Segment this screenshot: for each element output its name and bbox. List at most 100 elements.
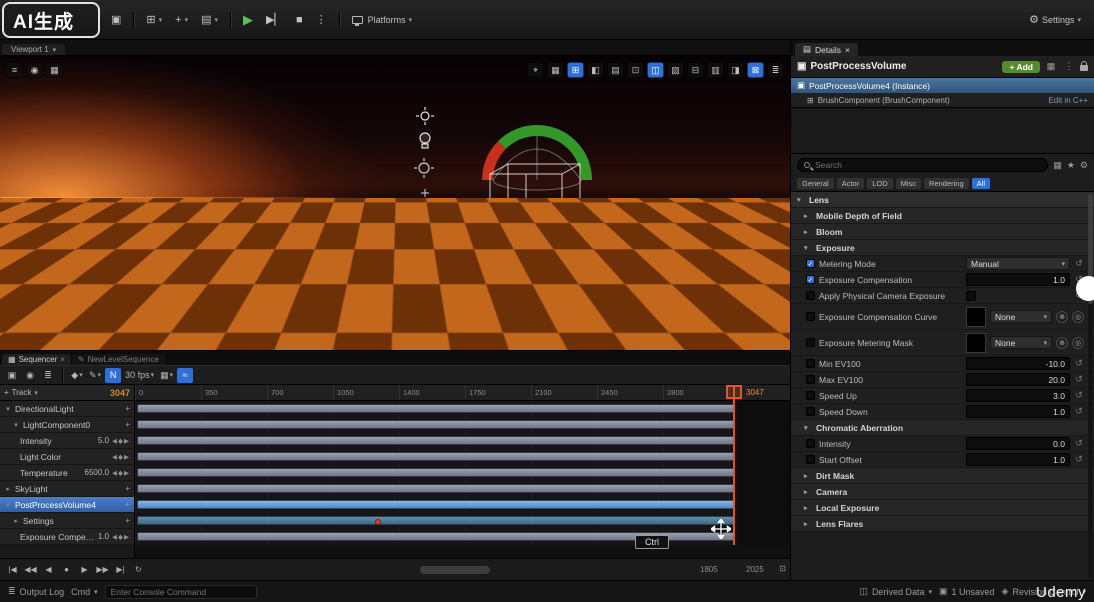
track-section-bar[interactable] bbox=[137, 468, 735, 477]
filter-misc[interactable]: Misc bbox=[896, 178, 921, 189]
show-flags-icon[interactable]: ⊟ bbox=[687, 62, 704, 78]
view-range-end[interactable]: 2025 bbox=[746, 565, 764, 574]
keyframe-nav-icons[interactable]: ◀◆▶ bbox=[112, 453, 130, 461]
track-row-temperature[interactable]: Temperature 6500.0 ◀◆▶ bbox=[0, 465, 134, 481]
selected-section-bar[interactable] bbox=[137, 500, 735, 509]
expander-icon[interactable]: ▾ bbox=[12, 421, 20, 429]
view-modes-icon[interactable]: ▧ bbox=[667, 62, 684, 78]
edit-options-button[interactable]: ✎▾ bbox=[87, 368, 103, 383]
jump-to-end-button[interactable]: ▶| bbox=[114, 565, 127, 574]
track-section-bar[interactable] bbox=[137, 484, 735, 493]
override-checkbox[interactable] bbox=[806, 391, 815, 400]
track-value[interactable]: 5.0 bbox=[98, 436, 109, 445]
maximize-icon[interactable]: ≣ bbox=[767, 62, 784, 78]
selected-instance-row[interactable]: ▣ PostProcessVolume4 (Instance) bbox=[791, 78, 1094, 93]
record-button[interactable]: ● bbox=[60, 565, 73, 574]
override-checkbox[interactable] bbox=[806, 338, 815, 347]
curve-editor-button[interactable]: ≈ bbox=[177, 368, 193, 383]
play-options-button[interactable]: ⋮ bbox=[311, 9, 332, 31]
expander-icon[interactable]: ▸ bbox=[4, 485, 12, 493]
asset-picker-dropdown[interactable]: None▾ bbox=[990, 310, 1052, 323]
add-content-dropdown[interactable]: +▾ bbox=[170, 9, 193, 31]
loop-button[interactable]: ↻ bbox=[132, 565, 145, 574]
expander-icon[interactable]: ▾ bbox=[4, 405, 12, 413]
exp ander-icon[interactable]: ▸ bbox=[12, 517, 20, 525]
details-scrollbar[interactable] bbox=[1088, 194, 1093, 578]
track-row-intensity[interactable]: Intensity 5.0 ◀◆▶ bbox=[0, 433, 134, 449]
view-mode-icon[interactable]: ▦ bbox=[46, 62, 63, 78]
playhead-line[interactable] bbox=[733, 385, 735, 545]
save-button[interactable]: ▣ bbox=[106, 9, 126, 31]
reset-icon[interactable]: ↺ bbox=[1074, 438, 1084, 449]
metering-mode-dropdown[interactable]: Manual▾ bbox=[966, 257, 1070, 270]
settings-dropdown[interactable]: ⚙Settings▾ bbox=[1024, 9, 1086, 31]
category-lens-flares[interactable]: ▸Lens Flares bbox=[791, 516, 1094, 532]
viewport-menu-icon[interactable]: ≡ bbox=[6, 62, 23, 78]
track-row-exposure-compensation[interactable]: Exposure Compensation 1.0 ◀◆▶ bbox=[0, 529, 134, 545]
track-section-bar[interactable] bbox=[137, 452, 735, 461]
asset-pick-icon[interactable]: ◎ bbox=[1072, 311, 1084, 323]
reset-icon[interactable]: ↺ bbox=[1074, 406, 1084, 417]
favorites-icon[interactable]: ★ bbox=[1067, 160, 1075, 171]
settings-gear-icon[interactable]: ⚙ bbox=[1080, 160, 1088, 171]
console-input[interactable] bbox=[105, 585, 257, 599]
reset-icon[interactable]: ↺ bbox=[1074, 374, 1084, 385]
grid-snap-icon[interactable]: ⊞ bbox=[567, 62, 584, 78]
add-section-icon[interactable]: + bbox=[125, 500, 130, 509]
category-bloom[interactable]: ▸Bloom bbox=[791, 224, 1094, 240]
filter-lod[interactable]: LOD bbox=[867, 178, 892, 189]
fps-dropdown[interactable]: 30 fps▾ bbox=[123, 368, 156, 383]
min-ev100-field[interactable]: -10.0 bbox=[966, 357, 1070, 370]
track-section-bar[interactable] bbox=[137, 436, 735, 445]
category-lens[interactable]: ▾Lens bbox=[791, 192, 1094, 208]
override-checkbox[interactable] bbox=[806, 259, 815, 268]
asset-thumbnail[interactable] bbox=[966, 333, 986, 353]
category-exposure[interactable]: ▾Exposure bbox=[791, 240, 1094, 256]
track-row-lightcomponent[interactable]: ▾ LightComponent0 + bbox=[0, 417, 134, 433]
timeline-area[interactable]: 0 350 700 1050 1400 1750 2100 2450 2800 bbox=[135, 385, 790, 558]
ca-start-offset-field[interactable]: 1.0 bbox=[966, 453, 1070, 466]
details-search-input[interactable]: Search bbox=[797, 158, 1048, 172]
modes-dropdown[interactable]: ⊞▾ bbox=[141, 9, 167, 31]
select-icon[interactable]: ⌖ bbox=[527, 62, 544, 78]
filter-all[interactable]: All bbox=[972, 178, 990, 189]
keyframe-options-button[interactable]: ◆▾ bbox=[69, 368, 85, 383]
override-checkbox[interactable] bbox=[806, 455, 815, 464]
unsaved-changes-button[interactable]: ▣1 Unsaved bbox=[939, 586, 995, 597]
asset-pick-icon[interactable]: ◎ bbox=[1072, 337, 1084, 349]
component-row[interactable]: ⊞ BrushComponent (BrushComponent) Edit i… bbox=[791, 93, 1094, 108]
keyframe-nav-icons[interactable]: ◀◆▶ bbox=[112, 437, 130, 445]
sequencer-save-button[interactable]: ▣ bbox=[4, 368, 20, 383]
platforms-dropdown[interactable]: Platforms▾ bbox=[347, 9, 418, 31]
track-section-bar[interactable] bbox=[137, 516, 735, 525]
track-row-directionallight[interactable]: ▾ DirectionalLight + bbox=[0, 401, 134, 417]
bookmarks-icon[interactable]: ▥ bbox=[707, 62, 724, 78]
browse-icon[interactable]: ▦ bbox=[1044, 61, 1058, 72]
track-row-lightcolor[interactable]: Light Color ◀◆▶ bbox=[0, 449, 134, 465]
category-camera[interactable]: ▸Camera bbox=[791, 484, 1094, 500]
snap-toggle-button[interactable]: N bbox=[105, 368, 121, 383]
derived-data-button[interactable]: ◫Derived Data▾ bbox=[859, 586, 932, 597]
override-checkbox[interactable] bbox=[806, 291, 815, 300]
view-options-button[interactable]: ▦▾ bbox=[158, 368, 175, 383]
add-section-icon[interactable]: + bbox=[125, 516, 130, 525]
track-value[interactable]: 6500.0 bbox=[85, 468, 109, 477]
speed-up-field[interactable]: 3.0 bbox=[966, 389, 1070, 402]
add-component-button[interactable]: + Add bbox=[1002, 61, 1040, 73]
asset-add-icon[interactable]: ⊕ bbox=[1056, 337, 1068, 349]
override-checkbox[interactable] bbox=[806, 407, 815, 416]
filter-actor[interactable]: Actor bbox=[837, 178, 865, 189]
expander-icon[interactable]: ▾ bbox=[4, 501, 12, 509]
reset-icon[interactable]: ↺ bbox=[1074, 358, 1084, 369]
filter-rendering[interactable]: Rendering bbox=[924, 178, 969, 189]
tab-details[interactable]: ▤Details× bbox=[795, 43, 858, 56]
speed-down-field[interactable]: 1.0 bbox=[966, 405, 1070, 418]
sequence-name-tab[interactable]: ✎NewLevelSequence bbox=[72, 354, 165, 365]
frame-skip-button[interactable]: ▶▏ bbox=[261, 9, 288, 31]
exposure-compensation-field[interactable]: 1.0 bbox=[966, 273, 1070, 286]
jump-to-start-button[interactable]: |◀ bbox=[6, 565, 19, 574]
viewport-tab[interactable]: Viewport 1▾ bbox=[2, 44, 65, 55]
timeline-ruler[interactable]: 0 350 700 1050 1400 1750 2100 2450 2800 bbox=[135, 385, 790, 401]
output-log-button[interactable]: ≣Output Log bbox=[8, 586, 64, 597]
expand-range-icon[interactable]: ⊡ bbox=[779, 564, 786, 573]
